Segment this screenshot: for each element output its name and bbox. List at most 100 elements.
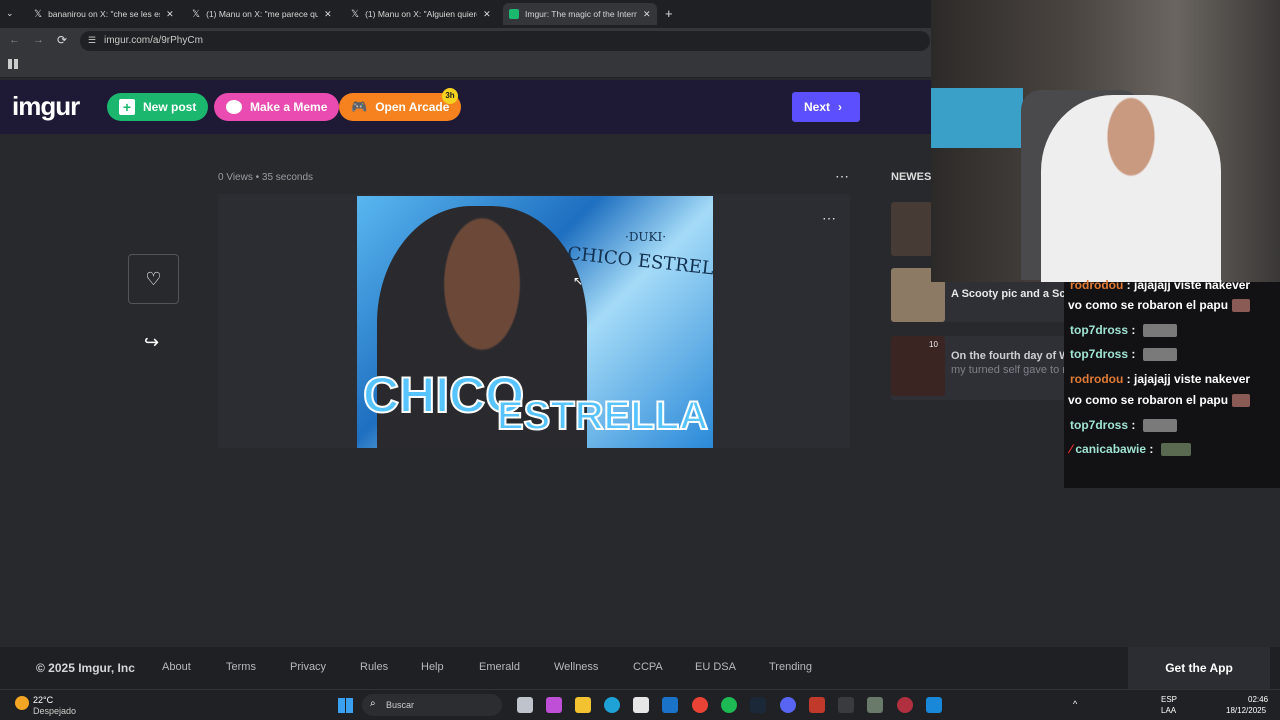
search-icon: ⌕ [370, 698, 376, 709]
badge-icon: ⁄ [1070, 442, 1073, 456]
side-post-badge: 10 [929, 340, 938, 349]
url-text: imgur.com/a/9rPhyCm [104, 35, 203, 46]
next-label: Next [804, 100, 831, 114]
post-image[interactable]: ·DUKI· CHICO ESTRELLA CHICO ESTRELLA [357, 196, 713, 448]
taskbar-search[interactable]: ⌕ Buscar [362, 694, 502, 716]
side-post-card[interactable]: 10 On the fourth day of W my turned self… [891, 336, 1078, 400]
chat-text: vo como se robaron el papu [1068, 298, 1229, 312]
task-view-icon[interactable] [517, 697, 533, 713]
app-icon[interactable] [926, 697, 942, 713]
close-tab-icon[interactable]: ✕ [324, 9, 332, 20]
lang-esp[interactable]: ESP [1161, 695, 1177, 704]
open-arcade-label: Open Arcade [375, 100, 450, 114]
close-tab-icon[interactable]: ✕ [643, 9, 651, 20]
app-icon[interactable] [809, 697, 825, 713]
clock-time[interactable]: 02:46 [1248, 695, 1268, 704]
chat-user: top7dross [1070, 347, 1129, 361]
app-icon[interactable] [838, 697, 854, 713]
tray-chevron-icon[interactable]: ^ [1073, 699, 1077, 709]
footer-link-help[interactable]: Help [421, 661, 444, 673]
chat-text: jajajajj viste nakever [1134, 372, 1251, 386]
footer-link-wellness[interactable]: Wellness [554, 661, 598, 673]
imgur-logo[interactable]: imgur [12, 91, 80, 122]
tab-label: (1) Manu on X: "me parece que [206, 9, 319, 19]
chat-message: vo como se robaron el papu [1068, 298, 1251, 313]
chat-message: ⁄ canicabawie : [1070, 442, 1191, 457]
outlook-icon[interactable] [662, 697, 678, 713]
spotify-icon[interactable] [721, 697, 737, 713]
browser-tab[interactable]: 𝕏 (1) Manu on X: "Alguien quiere ✕ [345, 3, 497, 25]
get-app-label: Get the App [1165, 661, 1233, 675]
windows-start-icon[interactable] [338, 698, 353, 713]
emote-icon [1232, 299, 1251, 313]
heart-icon: ♡ [145, 269, 162, 289]
tab-label: bananirou on X: "che se les esta [48, 9, 161, 19]
tab-list-chevron-icon[interactable]: ⌄ [6, 8, 20, 20]
chat-user: canicabawie [1075, 442, 1147, 456]
emote-icon [1142, 348, 1177, 362]
emote-icon [1142, 324, 1177, 338]
chat-message: top7dross : [1070, 347, 1177, 362]
image-options-icon[interactable]: ⋯ [822, 210, 836, 227]
forward-icon[interactable]: → [33, 34, 44, 46]
apps-grid-icon[interactable] [8, 59, 18, 69]
browser-tab[interactable]: 𝕏 (1) Manu on X: "me parece que ✕ [186, 3, 338, 25]
footer-link-rules[interactable]: Rules [360, 661, 388, 673]
app-icon[interactable] [867, 697, 883, 713]
newest-label: NEWEST [891, 171, 931, 183]
share-icon[interactable]: ↪ [144, 332, 159, 353]
tab-label: Imgur: The magic of the Interne [525, 9, 637, 19]
emote-icon [1232, 394, 1251, 408]
next-button[interactable]: Next › [792, 92, 860, 122]
get-app-button[interactable]: Get the App [1128, 647, 1270, 689]
store-icon[interactable] [633, 697, 649, 713]
imgur-favicon-icon [509, 9, 519, 19]
footer-link-eudsa[interactable]: EU DSA [695, 661, 736, 673]
site-info-icon[interactable]: ☰ [88, 35, 96, 46]
edge-icon[interactable] [604, 697, 620, 713]
new-tab-button[interactable]: + [665, 6, 673, 21]
chat-message: rodrodou : jajajajj viste nakever [1070, 372, 1251, 386]
lang-laa[interactable]: LAA [1161, 706, 1176, 715]
make-meme-label: Make a Meme [250, 100, 328, 114]
steam-icon[interactable] [750, 697, 766, 713]
like-button[interactable]: ♡ [128, 254, 179, 304]
webcam-monitor [931, 88, 1023, 148]
footer-link-privacy[interactable]: Privacy [290, 661, 326, 673]
side-post-card[interactable] [891, 202, 932, 256]
chat-message: top7dross : [1070, 418, 1177, 433]
chrome-icon[interactable] [692, 697, 708, 713]
chat-text: jajajajj viste nakever [1134, 278, 1251, 292]
post-options-icon[interactable]: ⋯ [835, 168, 849, 185]
browser-tab[interactable]: 𝕏 bananirou on X: "che se les esta ✕ [28, 3, 180, 25]
clock-date[interactable]: 18/12/2025 [1226, 706, 1266, 715]
file-explorer-icon[interactable] [575, 697, 591, 713]
stream-chat-overlay: rodrodou : jajajajj viste nakever vo com… [1064, 278, 1280, 488]
post-content: 0 Views • 35 seconds ⋯ ⋯ ♡ ↪ ·DUKI· CHIC… [0, 134, 1121, 646]
copilot-icon[interactable] [546, 697, 562, 713]
arcade-badge: 3h [442, 88, 458, 104]
chat-message: rodrodou : jajajajj viste nakever [1070, 278, 1251, 292]
footer-link-ccpa[interactable]: CCPA [633, 661, 663, 673]
new-post-button[interactable]: + New post [107, 93, 209, 121]
close-tab-icon[interactable]: ✕ [483, 9, 491, 20]
footer-link-trending[interactable]: Trending [769, 661, 812, 673]
app-icon[interactable] [897, 697, 913, 713]
url-field[interactable]: ☰ imgur.com/a/9rPhyCm [80, 31, 930, 51]
discord-icon[interactable] [780, 697, 796, 713]
footer-link-about[interactable]: About [162, 661, 191, 673]
make-meme-button[interactable]: Make a Meme [214, 93, 340, 121]
gamepad-icon: 🎮 [351, 99, 368, 114]
imgur-header: imgur + New post Make a Meme 🎮 Open Arca… [0, 80, 932, 134]
new-post-label: New post [143, 100, 197, 114]
footer-link-emerald[interactable]: Emerald [479, 661, 520, 673]
post-meta: 0 Views • 35 seconds [218, 172, 314, 183]
browser-tab-active[interactable]: Imgur: The magic of the Interne ✕ [503, 3, 657, 25]
footer-link-terms[interactable]: Terms [226, 661, 256, 673]
x-logo-icon: 𝕏 [192, 8, 201, 20]
back-icon[interactable]: ← [9, 34, 20, 46]
reload-icon[interactable]: ⟳ [57, 33, 67, 47]
search-placeholder: Buscar [386, 700, 415, 710]
weather-icon [15, 696, 29, 710]
close-tab-icon[interactable]: ✕ [166, 9, 174, 20]
